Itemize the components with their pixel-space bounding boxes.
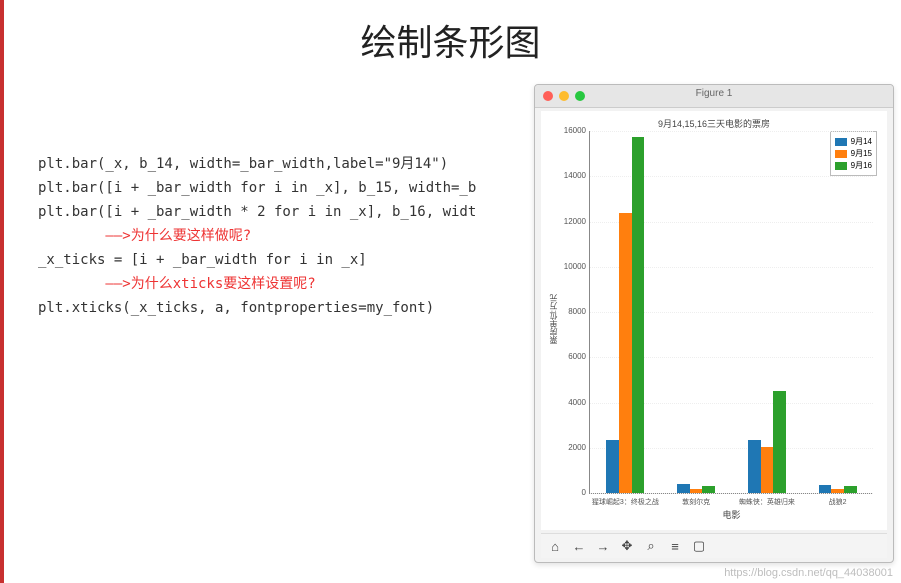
y-tick: 12000	[548, 217, 586, 226]
window-titlebar: Figure 1	[535, 85, 893, 108]
page-title: 绘制条形图	[0, 14, 901, 66]
bar	[748, 440, 761, 493]
y-tick: 10000	[548, 262, 586, 271]
code-line: _x_ticks = [i + _bar_width for i in _x]	[38, 248, 548, 272]
slide: 绘制条形图 plt.bar(_x, b_14, width=_bar_width…	[0, 0, 901, 583]
chart-title: 9月14,15,16三天电影的票房	[541, 117, 887, 130]
bar	[619, 213, 632, 493]
matplotlib-toolbar: ⌂ ← → ✥ ⌕ ≡ ▢	[541, 533, 887, 558]
bar	[677, 484, 690, 493]
code-line: plt.bar([i + _bar_width * 2 for i in _x]…	[38, 200, 548, 224]
configure-icon[interactable]: ≡	[667, 538, 683, 554]
x-tick: 蜘蛛侠：英雄归来	[739, 497, 795, 507]
gridline	[590, 493, 873, 494]
code-block: plt.bar(_x, b_14, width=_bar_width,label…	[38, 152, 548, 320]
y-axis-label: 票房单位:万元	[548, 294, 559, 344]
bar	[606, 440, 619, 493]
code-line: plt.bar(_x, b_14, width=_bar_width,label…	[38, 152, 548, 176]
zoom-icon[interactable]: ⌕	[643, 538, 659, 554]
y-tick: 16000	[548, 126, 586, 135]
x-tick: 战狼2	[829, 497, 847, 507]
left-accent-stripe	[0, 0, 4, 583]
x-tick: 敦刻尔克	[682, 497, 710, 507]
back-icon[interactable]: ←	[571, 538, 587, 554]
bar	[702, 486, 715, 493]
y-tick: 4000	[548, 398, 586, 407]
watermark-text: https://blog.csdn.net/qq_44038001	[724, 567, 893, 579]
x-tick: 猩球崛起3：终极之战	[592, 497, 659, 507]
bar	[690, 489, 703, 493]
bar	[761, 447, 774, 493]
y-tick: 14000	[548, 171, 586, 180]
figure-window: Figure 1 9月14,15,16三天电影的票房 9月149月159月16 …	[534, 84, 894, 563]
save-icon[interactable]: ▢	[691, 538, 707, 554]
window-title: Figure 1	[535, 88, 893, 99]
bar	[632, 137, 645, 493]
code-annotation: ——>为什么要这样做呢?	[38, 224, 548, 248]
bar	[773, 391, 786, 493]
bar	[819, 485, 832, 493]
plot-canvas: 9月14,15,16三天电影的票房 9月149月159月16 票房单位:万元 电…	[541, 111, 887, 530]
x-axis-label: 电影	[590, 508, 873, 521]
y-tick: 6000	[548, 352, 586, 361]
code-annotation: ——>为什么xticks要这样设置呢?	[38, 272, 548, 296]
forward-icon[interactable]: →	[595, 538, 611, 554]
home-icon[interactable]: ⌂	[547, 538, 563, 554]
code-line: plt.bar([i + _bar_width for i in _x], b_…	[38, 176, 548, 200]
y-tick: 2000	[548, 443, 586, 452]
axes: 票房单位:万元 电影 02000400060008000100001200014…	[589, 131, 873, 494]
y-tick: 8000	[548, 307, 586, 316]
pan-icon[interactable]: ✥	[619, 538, 635, 554]
code-line: plt.xticks(_x_ticks, a, fontproperties=m…	[38, 296, 548, 320]
bar	[831, 489, 844, 493]
bar	[844, 486, 857, 493]
y-tick: 0	[548, 488, 586, 497]
gridline	[590, 131, 873, 132]
